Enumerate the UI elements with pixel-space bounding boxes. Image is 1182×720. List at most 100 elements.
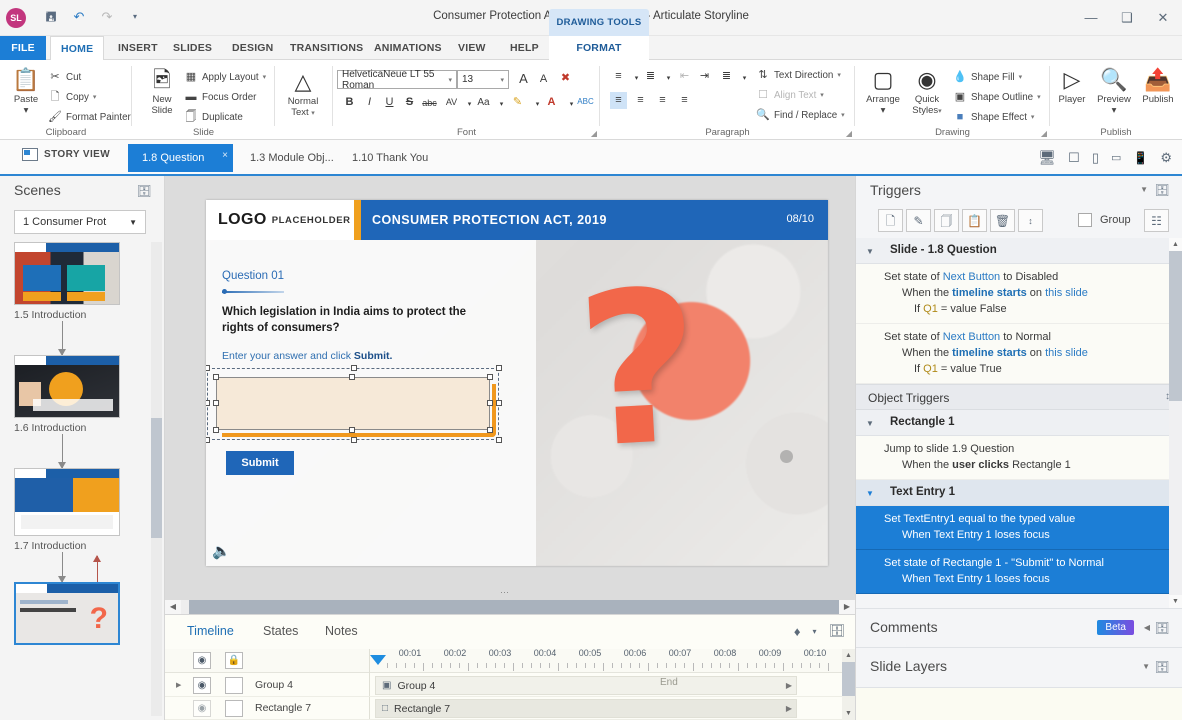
slide-stage[interactable]: ? LOGO PLACEHOLDER CONSUMER PROTECTION A… [206,200,828,566]
format-painter-button[interactable]: 🖌 Format Painter [48,110,131,124]
story-view-button[interactable]: STORY VIEW [22,148,110,161]
paste-trigger-button[interactable]: 📋 [962,209,987,232]
new-trigger-button[interactable]: 🗋 [878,209,903,232]
character-spacing-button[interactable]: AV [443,94,460,111]
dock-panel-icon[interactable]: 🗄 [1155,183,1170,197]
entry-handle-e[interactable] [487,400,493,406]
quick-styles-button[interactable]: ◉ Quick Styles▾ [905,66,949,117]
tab-slides[interactable]: SLIDES [163,36,217,60]
tab-timeline[interactable]: Timeline [187,624,234,638]
row-visibility-icon[interactable]: ◉ [193,677,211,694]
numbering-button[interactable]: ≣ [642,68,659,85]
duplicate-button[interactable]: 🗍 Duplicate [184,110,243,124]
tab-help[interactable]: HELP [500,36,544,60]
bold-button[interactable]: B [341,94,358,111]
browser-preview-icon[interactable]: ☐ [1068,150,1080,166]
timeline-bar[interactable]: □ Rectangle 7 ▶ [375,699,797,718]
font-family-caret-icon[interactable]: ▾ [448,76,452,84]
app-logo-icon[interactable]: SL [6,8,26,28]
resize-handle-s[interactable] [351,437,357,443]
arrange-button[interactable]: ▢ Arrange ▾ [861,66,905,116]
spelling-button[interactable]: ABC [577,93,594,110]
lock-icon[interactable]: 🔒 [225,652,243,669]
align-text-caret-icon[interactable]: ▾ [820,91,824,99]
entry-handle-ne[interactable] [487,374,493,380]
paste-caret-icon[interactable]: ▾ [4,105,48,116]
strikethrough-button[interactable]: S [401,94,418,111]
scroll-down-icon[interactable]: ▼ [842,707,855,720]
arrange-caret-icon[interactable]: ▾ [861,105,905,116]
desktop-preview-icon[interactable]: 🖥 [1038,149,1056,166]
line-spacing-caret-icon[interactable]: ▾ [736,70,753,87]
undo-icon[interactable]: ↶ [70,8,88,26]
chevron-down-icon[interactable]: ▼ [866,247,874,256]
entry-handle-w[interactable] [213,400,219,406]
tab-view[interactable]: VIEW [448,36,492,60]
list-item[interactable]: ? [14,582,150,645]
restore-button[interactable]: ❑ [1116,8,1138,28]
delete-trigger-button[interactable]: 🗑 [990,209,1015,232]
font-size-caret-icon[interactable]: ▾ [500,76,504,84]
row-lock-icon[interactable] [225,677,243,694]
trigger-item[interactable]: Set state of Next Button to Normal When … [856,324,1182,384]
edit-trigger-button[interactable]: ✎ [906,209,931,232]
tab-animations[interactable]: ANIMATIONS [364,36,442,60]
canvas-resize-grip[interactable]: ⋯ [500,587,510,598]
resize-handle-n[interactable] [351,365,357,371]
justify-button[interactable]: ≡ [676,92,693,109]
entry-handle-se[interactable] [487,427,493,433]
close-button[interactable]: ✕ [1152,8,1174,28]
scrollbar-thumb[interactable] [1169,251,1182,401]
triggers-scrollbar[interactable]: ▲ ▼ [1169,238,1182,608]
change-case-caret-icon[interactable]: ▾ [493,96,510,113]
timeline-vertical-scrollbar[interactable]: ▲ ▼ [842,649,855,720]
trigger-item[interactable]: Jump to slide 1.9 Question When the user… [856,436,1182,480]
collapse-caret-icon[interactable]: ◀ [1144,623,1150,632]
grow-font-button[interactable]: A [515,70,532,87]
list-item[interactable] [14,355,150,418]
find-replace-button[interactable]: 🔍 Find / Replace ▾ [756,108,845,122]
entry-handle-n[interactable] [349,374,355,380]
tab-design[interactable]: DESIGN [222,36,278,60]
italic-button[interactable]: I [361,94,378,111]
resize-handle-e[interactable] [496,400,502,406]
entry-handle-nw[interactable] [213,374,219,380]
phone-preview-icon[interactable]: 📱 [1133,151,1148,165]
scroll-right-icon[interactable]: ▶ [839,600,855,614]
shape-fill-caret-icon[interactable]: ▾ [1019,73,1023,81]
timeline-options-caret-icon[interactable]: ▾ [812,627,816,636]
reorder-trigger-button[interactable]: ↕ [1018,209,1043,232]
eye-visibility-icon[interactable]: ◉ [193,652,211,669]
trigger-group-rectangle-1[interactable]: ▼ Rectangle 1 [856,410,1182,436]
tablet-landscape-preview-icon[interactable]: ▭ [1111,151,1121,164]
collapse-caret-icon[interactable]: ▼ [1142,662,1150,671]
tab-states[interactable]: States [263,624,298,638]
timeline-bar-end-caret-icon[interactable]: ▶ [786,704,792,713]
slide-tab-1-3-module-obj[interactable]: 1.3 Module Obj... [236,144,348,172]
scroll-up-icon[interactable]: ▲ [842,649,855,662]
expand-row-icon[interactable]: ▶ [176,681,181,689]
timeline-playhead[interactable] [370,655,386,665]
clear-formatting-icon[interactable]: ✖ [557,70,574,87]
tablet-portrait-preview-icon[interactable]: ▯ [1092,150,1099,166]
resize-handle-sw[interactable] [206,437,210,443]
tab-home[interactable]: HOME [50,36,104,60]
shrink-font-button[interactable]: A [535,71,552,88]
entry-handle-sw[interactable] [213,427,219,433]
resize-handle-nw[interactable] [206,365,210,371]
numbering-caret-icon[interactable]: ▾ [660,70,677,87]
shape-effect-caret-icon[interactable]: ▾ [1031,113,1035,121]
scroll-down-icon[interactable]: ▼ [1169,595,1182,608]
redo-icon[interactable]: ↷ [98,8,116,26]
scrollbar-thumb[interactable] [151,418,162,538]
slide-thumbnail-selected[interactable]: ? [14,582,120,645]
table-row[interactable]: ▶ ◉ Group 4 ▣ Group 4 ▶ [165,674,855,697]
list-item[interactable] [14,468,150,536]
font-color-button[interactable]: A [543,94,560,111]
preview-caret-icon[interactable]: ▾ [1092,105,1136,116]
slide-tab-1-8-question[interactable]: 1.8 Question × [128,144,233,172]
preview-button[interactable]: 🔍 Preview ▾ [1092,66,1136,116]
tab-notes[interactable]: Notes [325,624,358,638]
table-row[interactable]: ◉ Rectangle 7 □ Rectangle 7 ▶ [165,697,855,720]
apply-layout-button[interactable]: ▦ Apply Layout ▾ [184,70,266,84]
